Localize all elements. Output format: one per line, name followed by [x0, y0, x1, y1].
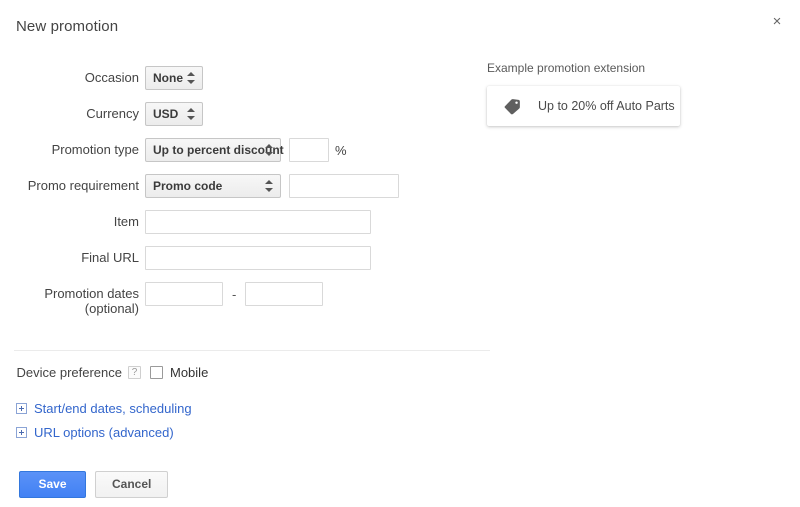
- help-icon[interactable]: ?: [128, 366, 141, 379]
- dialog-actions: Save Cancel: [19, 471, 169, 498]
- mobile-checkbox-label[interactable]: Mobile: [170, 365, 208, 380]
- form-row-promotion-dates: Promotion dates (optional) -: [0, 282, 500, 316]
- expander-label[interactable]: Start/end dates, scheduling: [34, 401, 192, 416]
- currency-select-value: USD: [153, 107, 179, 121]
- page-title: New promotion: [16, 18, 119, 35]
- example-promotion-card: Up to 20% off Auto Parts: [487, 86, 680, 126]
- plus-box-icon: [16, 427, 27, 438]
- plus-box-icon: [16, 403, 27, 414]
- item-field: [145, 210, 500, 234]
- example-caption: Example promotion extension: [487, 61, 646, 75]
- form-row-currency: Currency USD: [0, 102, 500, 126]
- promo-code-input[interactable]: [289, 174, 399, 198]
- expander-url-options-advanced[interactable]: URL options (advanced): [16, 425, 192, 440]
- promotion-end-date-input[interactable]: [245, 282, 324, 306]
- promotion-dates-label-line1: Promotion dates: [44, 286, 139, 301]
- example-promotion-preview: Example promotion extension Up to 20% of…: [487, 61, 717, 126]
- item-label: Item: [113, 214, 139, 229]
- form-row-promo-requirement: Promo requirement Promo code: [0, 174, 500, 198]
- promotion-dates-label-line2: (optional): [84, 301, 139, 316]
- close-icon[interactable]: ×: [766, 11, 788, 33]
- form-row-promotion-type: Promotion type Up to percent discount %: [0, 138, 500, 162]
- currency-select[interactable]: USD: [145, 102, 203, 126]
- promotion-type-label: Promotion type: [51, 142, 139, 157]
- occasion-select[interactable]: None: [145, 66, 203, 90]
- promotion-dates-label: Promotion dates (optional): [0, 282, 145, 316]
- occasion-label: Occasion: [84, 70, 139, 85]
- expander-label[interactable]: URL options (advanced): [34, 425, 174, 440]
- promo-requirement-field: Promo code: [145, 174, 500, 198]
- promo-requirement-select-value: Promo code: [153, 179, 223, 193]
- section-divider: [14, 350, 490, 351]
- mobile-checkbox[interactable]: [150, 366, 163, 379]
- chevron-updown-icon: [187, 71, 196, 85]
- device-preference-row: Device preference ? Mobile: [0, 365, 209, 380]
- final-url-field: [145, 246, 500, 270]
- promotion-type-select[interactable]: Up to percent discount: [145, 138, 284, 162]
- currency-label: Currency: [86, 106, 139, 121]
- promotion-type-field: Up to percent discount %: [145, 138, 500, 162]
- tag-icon: [504, 98, 520, 114]
- form-row-occasion: Occasion None: [0, 66, 500, 90]
- percent-sign-label: %: [335, 142, 347, 158]
- form-row-final-url: Final URL: [0, 246, 500, 270]
- final-url-label: Final URL: [81, 250, 139, 265]
- item-input[interactable]: [145, 210, 371, 234]
- chevron-updown-icon: [265, 179, 274, 193]
- promotion-start-date-input[interactable]: [145, 282, 223, 306]
- currency-field: USD: [145, 102, 500, 126]
- occasion-select-value: None: [153, 71, 183, 85]
- date-range-separator: -: [232, 286, 237, 302]
- chevron-updown-icon: [187, 107, 196, 121]
- cancel-button[interactable]: Cancel: [95, 471, 169, 498]
- save-button[interactable]: Save: [19, 471, 86, 498]
- promotion-form: Occasion None Currency USD Promotion typ…: [0, 66, 500, 328]
- form-row-item: Item: [0, 210, 500, 234]
- example-promotion-text: Up to 20% off Auto Parts: [538, 99, 675, 113]
- device-preference-label: Device preference: [16, 365, 123, 380]
- expander-start-end-dates-scheduling[interactable]: Start/end dates, scheduling: [16, 401, 192, 416]
- chevron-updown-icon: [265, 143, 274, 157]
- final-url-input[interactable]: [145, 246, 371, 270]
- percent-input[interactable]: [289, 138, 329, 162]
- promotion-dates-field: -: [145, 282, 500, 306]
- occasion-field: None: [145, 66, 500, 90]
- promo-requirement-select[interactable]: Promo code: [145, 174, 281, 198]
- expandable-sections: Start/end dates, scheduling URL options …: [16, 401, 192, 449]
- promo-requirement-label: Promo requirement: [27, 178, 139, 193]
